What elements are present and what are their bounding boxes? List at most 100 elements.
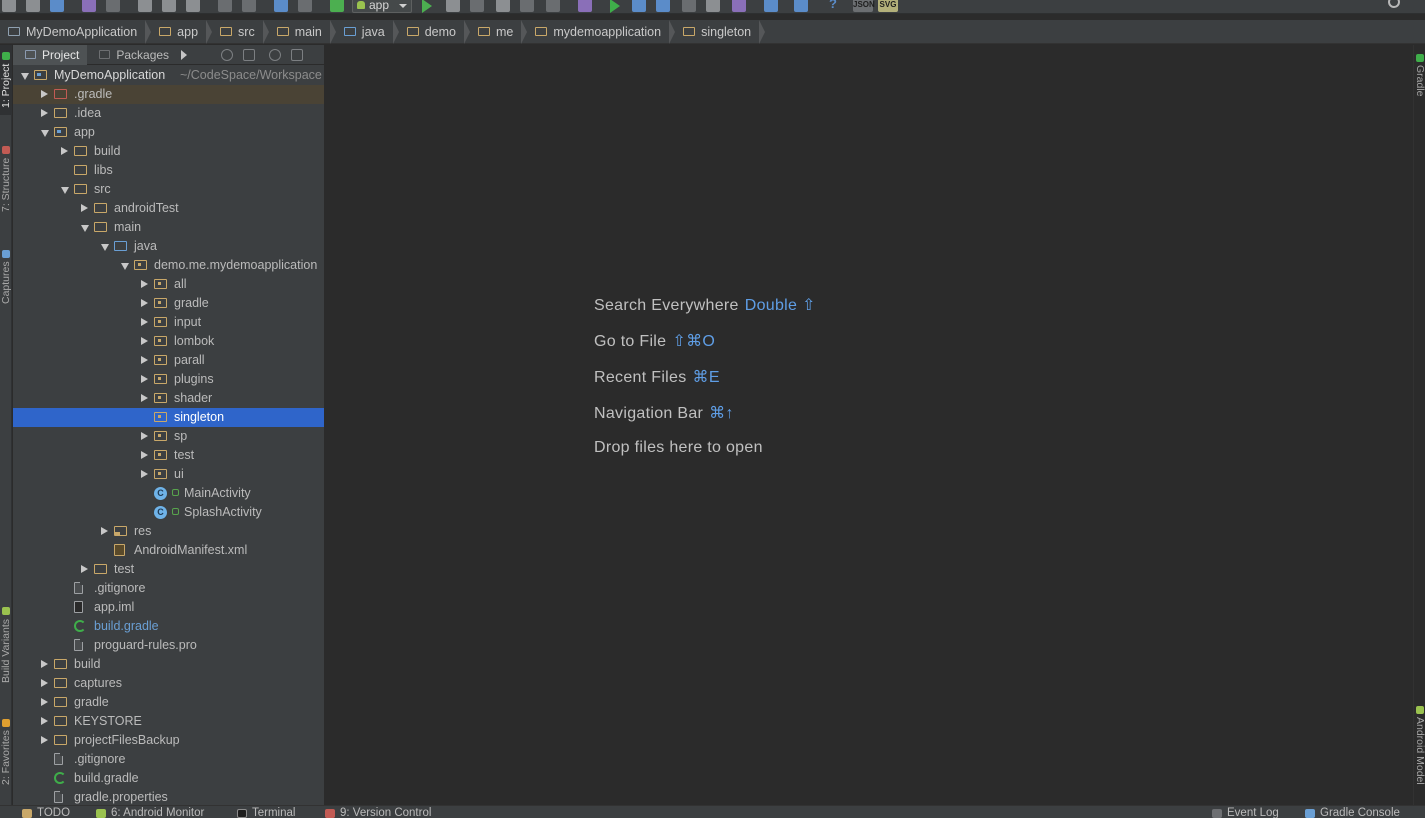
version-control-tab[interactable]: 9: Version Control xyxy=(325,807,431,818)
tree-row[interactable]: sp xyxy=(13,427,324,446)
tree-row[interactable]: gradle xyxy=(13,693,324,712)
tree-row[interactable]: KEYSTORE xyxy=(13,712,324,731)
find-icon[interactable] xyxy=(218,0,232,12)
collapsed-arrow-icon[interactable] xyxy=(141,337,148,345)
tree-row[interactable]: .idea xyxy=(13,104,324,123)
tree-row[interactable]: app.iml xyxy=(13,598,324,617)
event-log-tab[interactable]: Event Log xyxy=(1212,807,1279,818)
collapsed-arrow-icon[interactable] xyxy=(41,109,48,117)
collapsed-arrow-icon[interactable] xyxy=(141,451,148,459)
collapsed-arrow-icon[interactable] xyxy=(41,736,48,744)
tab-project[interactable]: Project xyxy=(13,45,88,65)
tree-row[interactable]: input xyxy=(13,313,324,332)
make-project-icon[interactable] xyxy=(330,0,344,12)
collapsed-arrow-icon[interactable] xyxy=(41,698,48,706)
undo-icon[interactable] xyxy=(82,0,96,12)
expanded-arrow-icon[interactable] xyxy=(81,225,89,232)
tree-row[interactable]: AndroidManifest.xml xyxy=(13,541,324,560)
expanded-arrow-icon[interactable] xyxy=(101,244,109,251)
tree-row[interactable]: singleton xyxy=(13,408,324,427)
vcs-update-icon[interactable] xyxy=(632,0,646,12)
tree-row[interactable]: parall xyxy=(13,351,324,370)
tree-row[interactable]: .gitignore xyxy=(13,579,324,598)
copy-icon[interactable] xyxy=(162,0,176,12)
tool-tab-android-model[interactable]: Android Model xyxy=(1414,695,1425,795)
hide-panel-icon[interactable] xyxy=(291,48,304,61)
breadcrumb-demo[interactable]: demo xyxy=(403,19,474,44)
tree-row[interactable]: app xyxy=(13,123,324,142)
breadcrumb-app[interactable]: app xyxy=(155,19,216,44)
collapsed-arrow-icon[interactable] xyxy=(141,299,148,307)
search-icon[interactable] xyxy=(1388,0,1400,8)
tree-row[interactable]: demo.me.mydemoapplication xyxy=(13,256,324,275)
breadcrumb-me[interactable]: me xyxy=(474,19,531,44)
tool-tab-build-variants[interactable]: Build Variants xyxy=(0,597,12,693)
collapsed-arrow-icon[interactable] xyxy=(41,660,48,668)
tree-row[interactable]: res xyxy=(13,522,324,541)
help-icon[interactable]: ? xyxy=(826,0,840,12)
instant-run-icon[interactable] xyxy=(578,0,592,12)
collapsed-arrow-icon[interactable] xyxy=(141,470,148,478)
collapsed-arrow-icon[interactable] xyxy=(141,394,148,402)
tool-tab-gradle[interactable]: Gradle xyxy=(1414,45,1425,105)
expanded-arrow-icon[interactable] xyxy=(121,263,129,270)
save-icon[interactable] xyxy=(26,0,40,12)
expanded-arrow-icon[interactable] xyxy=(21,73,29,80)
terminal-tab[interactable]: Terminal xyxy=(237,807,295,818)
tree-row[interactable]: proguard-rules.pro xyxy=(13,636,324,655)
json-plugin-button[interactable]: JSON xyxy=(853,0,875,12)
collapsed-arrow-icon[interactable] xyxy=(141,280,148,288)
breadcrumb-project[interactable]: MyDemoApplication xyxy=(4,19,155,44)
vcs-revert-icon[interactable] xyxy=(732,0,746,12)
tree-row[interactable]: src xyxy=(13,180,324,199)
collapsed-arrow-icon[interactable] xyxy=(141,432,148,440)
tree-row[interactable]: build.gradle xyxy=(13,617,324,636)
attach-debugger-icon[interactable] xyxy=(496,0,510,12)
tree-row[interactable]: androidTest xyxy=(13,199,324,218)
tree-row[interactable]: captures xyxy=(13,674,324,693)
breadcrumb-src[interactable]: src xyxy=(216,19,273,44)
avd-manager-icon[interactable] xyxy=(764,0,778,12)
breadcrumb-singleton[interactable]: singleton xyxy=(679,19,769,44)
collapsed-arrow-icon[interactable] xyxy=(81,565,88,573)
tree-row[interactable]: java xyxy=(13,237,324,256)
run-icon[interactable] xyxy=(422,0,432,13)
tree-row[interactable]: lombok xyxy=(13,332,324,351)
tree-row[interactable]: test xyxy=(13,560,324,579)
collapsed-arrow-icon[interactable] xyxy=(141,356,148,364)
sdk-manager-icon[interactable] xyxy=(794,0,808,12)
tree-row[interactable]: plugins xyxy=(13,370,324,389)
tree-row[interactable]: all xyxy=(13,275,324,294)
android-monitor-tab[interactable]: 6: Android Monitor xyxy=(96,807,204,818)
tree-row[interactable]: test xyxy=(13,446,324,465)
tree-row[interactable]: shader xyxy=(13,389,324,408)
tree-row[interactable]: build xyxy=(13,655,324,674)
tool-tab-captures[interactable]: Captures xyxy=(0,241,12,313)
cut-icon[interactable] xyxy=(138,0,152,12)
open-icon[interactable] xyxy=(2,0,16,12)
svg-plugin-button[interactable]: SVG xyxy=(878,0,898,12)
tree-row[interactable]: .gradle xyxy=(13,85,324,104)
gear-icon[interactable] xyxy=(269,48,282,61)
tree-row[interactable]: build.gradle xyxy=(13,769,324,788)
coverage-icon[interactable] xyxy=(470,0,484,12)
tree-row[interactable]: MyDemoApplication ~/CodeSpace/Workspace xyxy=(13,66,324,85)
expanded-arrow-icon[interactable] xyxy=(61,187,69,194)
sync-icon[interactable] xyxy=(50,0,64,12)
gradle-sync-icon[interactable] xyxy=(610,0,620,13)
scroll-from-source-icon[interactable] xyxy=(221,48,234,61)
collapsed-arrow-icon[interactable] xyxy=(101,527,108,535)
vcs-compare-icon[interactable] xyxy=(682,0,696,12)
collapsed-arrow-icon[interactable] xyxy=(41,90,48,98)
tool-tab-favorites[interactable]: 2: Favorites xyxy=(0,709,12,795)
forward-icon[interactable] xyxy=(298,0,312,12)
more-tabs-icon[interactable] xyxy=(181,49,188,60)
tree-row[interactable]: projectFilesBackup xyxy=(13,731,324,750)
editor-area[interactable]: Search Everywhere Double ⇧ Go to File ⇧⌘O Re… xyxy=(324,45,1413,805)
vcs-history-icon[interactable] xyxy=(706,0,720,12)
collapsed-arrow-icon[interactable] xyxy=(61,147,68,155)
replace-icon[interactable] xyxy=(242,0,256,12)
tree-row[interactable]: main xyxy=(13,218,324,237)
gradle-console-tab[interactable]: Gradle Console xyxy=(1305,807,1400,818)
expanded-arrow-icon[interactable] xyxy=(41,130,49,137)
